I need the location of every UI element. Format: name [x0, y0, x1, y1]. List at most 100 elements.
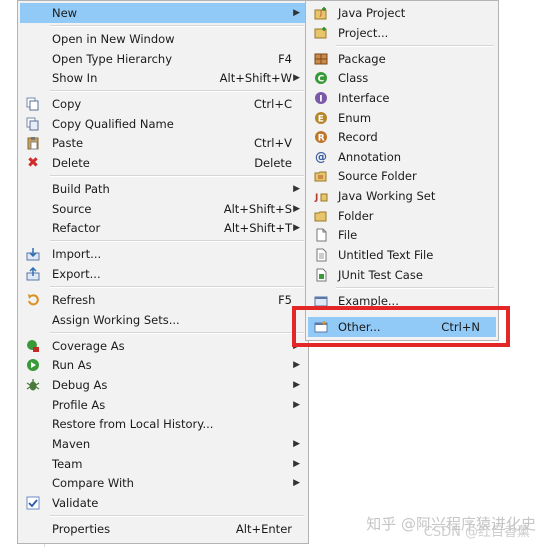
menu-item-assign-working-sets[interactable]: Assign Working Sets...	[20, 310, 306, 330]
submenu-arrow-icon: ▶	[293, 204, 300, 214]
menu-item-label: Untitled Text File	[338, 248, 434, 262]
menu-item-shortcut: F4	[278, 52, 292, 66]
interface-icon: I	[313, 90, 329, 106]
menu-item-label: Source Folder	[338, 169, 417, 183]
submenu-arrow-icon: ▶	[293, 380, 300, 390]
menu-item-paste[interactable]: Paste Ctrl+V	[20, 133, 306, 153]
menu-item-restore-from-local-history[interactable]: Restore from Local History...	[20, 414, 306, 434]
menu-item-label: Restore from Local History...	[52, 417, 214, 431]
submenu-item-file[interactable]: File	[308, 225, 496, 245]
menu-item-open-in-new-window[interactable]: Open in New Window	[20, 29, 306, 49]
submenu-arrow-icon: ▶	[293, 439, 300, 449]
context-menu: New ▶ Open in New Window Open Type Hiera…	[17, 0, 309, 544]
menu-item-shortcut: F5	[278, 293, 292, 307]
menu-item-label: Class	[338, 71, 369, 85]
delete-icon: ✖	[27, 155, 39, 171]
record-icon: R	[313, 129, 329, 145]
submenu-item-package[interactable]: Package	[308, 49, 496, 69]
submenu-item-enum[interactable]: E Enum	[308, 108, 496, 128]
menu-item-debug-as[interactable]: Debug As ▶	[20, 375, 306, 395]
menu-item-label: Import...	[52, 247, 102, 261]
menu-separator	[50, 240, 304, 242]
menu-item-delete[interactable]: ✖ Delete Delete	[20, 153, 306, 173]
menu-item-copy[interactable]: Copy Ctrl+C	[20, 94, 306, 114]
menu-item-label: Copy Qualified Name	[52, 117, 174, 131]
menu-item-label: Refresh	[52, 293, 96, 307]
menu-item-shortcut: Alt+Shift+S	[223, 202, 292, 216]
menu-item-label: Profile As	[52, 398, 106, 412]
menu-item-run-as[interactable]: Run As ▶	[20, 355, 306, 375]
menu-item-export[interactable]: Export...	[20, 264, 306, 284]
submenu-item-source-folder[interactable]: Source Folder	[308, 166, 496, 186]
menu-item-label: Compare With	[52, 476, 134, 490]
menu-item-validate[interactable]: Validate	[20, 493, 306, 513]
menu-item-label: Source	[52, 202, 92, 216]
menu-item-open-type-hierarchy[interactable]: Open Type Hierarchy F4	[20, 49, 306, 69]
submenu-arrow-icon: ▶	[293, 184, 300, 194]
submenu-item-interface[interactable]: I Interface	[308, 88, 496, 108]
menu-item-label: Enum	[338, 111, 372, 125]
submenu-arrow-icon: ▶	[293, 8, 300, 18]
menu-item-label: Coverage As	[52, 339, 125, 353]
menu-item-refresh[interactable]: Refresh F5	[20, 290, 306, 310]
new-submenu: J Java Project Project... Package C Clas…	[305, 0, 499, 341]
submenu-item-annotation[interactable]: @ Annotation	[308, 147, 496, 167]
menu-separator	[336, 287, 494, 289]
submenu-item-folder[interactable]: Folder	[308, 206, 496, 226]
menu-item-label: Open in New Window	[52, 32, 175, 46]
submenu-item-junit-test-case[interactable]: JUnit Test Case	[308, 265, 496, 285]
menu-item-label: File	[338, 228, 358, 242]
menu-item-maven[interactable]: Maven ▶	[20, 434, 306, 454]
menu-item-label: Refactor	[52, 221, 101, 235]
menu-item-label: Interface	[338, 91, 390, 105]
menu-item-show-in[interactable]: Show In Alt+Shift+W ▶	[20, 68, 306, 88]
menu-item-source[interactable]: Source Alt+Shift+S ▶	[20, 199, 306, 219]
enum-icon: E	[313, 110, 329, 126]
submenu-arrow-icon: ▶	[293, 73, 300, 83]
java-project-icon: J	[313, 5, 329, 21]
menu-separator	[50, 332, 304, 334]
submenu-item-java-project[interactable]: J Java Project	[308, 3, 496, 23]
submenu-item-untitled-text-file[interactable]: Untitled Text File	[308, 245, 496, 265]
menu-item-build-path[interactable]: Build Path ▶	[20, 179, 306, 199]
coverage-icon	[25, 338, 41, 354]
submenu-arrow-icon: ▶	[293, 400, 300, 410]
submenu-arrow-icon: ▶	[293, 478, 300, 488]
source-folder-icon	[313, 168, 329, 184]
left-background	[0, 0, 17, 547]
submenu-item-class[interactable]: C Class	[308, 68, 496, 88]
svg-text:E: E	[318, 115, 324, 125]
menu-item-label: Delete	[52, 156, 90, 170]
menu-item-coverage-as[interactable]: Coverage As ▶	[20, 336, 306, 356]
menu-item-compare-with[interactable]: Compare With ▶	[20, 473, 306, 493]
svg-text:J: J	[314, 193, 318, 203]
submenu-arrow-icon: ▶	[293, 459, 300, 469]
submenu-item-record[interactable]: R Record	[308, 127, 496, 147]
menu-separator	[50, 90, 304, 92]
menu-item-label: Team	[52, 457, 83, 471]
menu-item-refactor[interactable]: Refactor Alt+Shift+T ▶	[20, 218, 306, 238]
menu-item-import[interactable]: Import...	[20, 244, 306, 264]
menu-item-copy-qualified-name[interactable]: Copy Qualified Name	[20, 114, 306, 134]
menu-item-label: Validate	[52, 496, 99, 510]
menu-item-shortcut: Ctrl+V	[254, 136, 292, 150]
svg-text:C: C	[318, 75, 325, 85]
import-icon	[25, 246, 41, 262]
run-icon	[25, 357, 41, 373]
menu-separator	[50, 25, 304, 27]
menu-item-properties[interactable]: Properties Alt+Enter	[20, 519, 306, 539]
menu-item-label: Maven	[52, 437, 91, 451]
paste-icon	[25, 135, 41, 151]
submenu-item-java-working-set[interactable]: J Java Working Set	[308, 186, 496, 206]
svg-text:R: R	[318, 134, 325, 144]
menu-item-shortcut: Ctrl+C	[253, 97, 292, 111]
package-icon	[313, 51, 329, 67]
menu-item-new[interactable]: New ▶	[20, 3, 306, 23]
submenu-item-project[interactable]: Project...	[308, 23, 496, 43]
annotation-icon: @	[315, 150, 327, 164]
menu-item-team[interactable]: Team ▶	[20, 454, 306, 474]
menu-item-profile-as[interactable]: Profile As ▶	[20, 395, 306, 415]
menu-separator	[50, 515, 304, 517]
project-icon	[313, 25, 329, 41]
refresh-icon	[25, 292, 41, 308]
